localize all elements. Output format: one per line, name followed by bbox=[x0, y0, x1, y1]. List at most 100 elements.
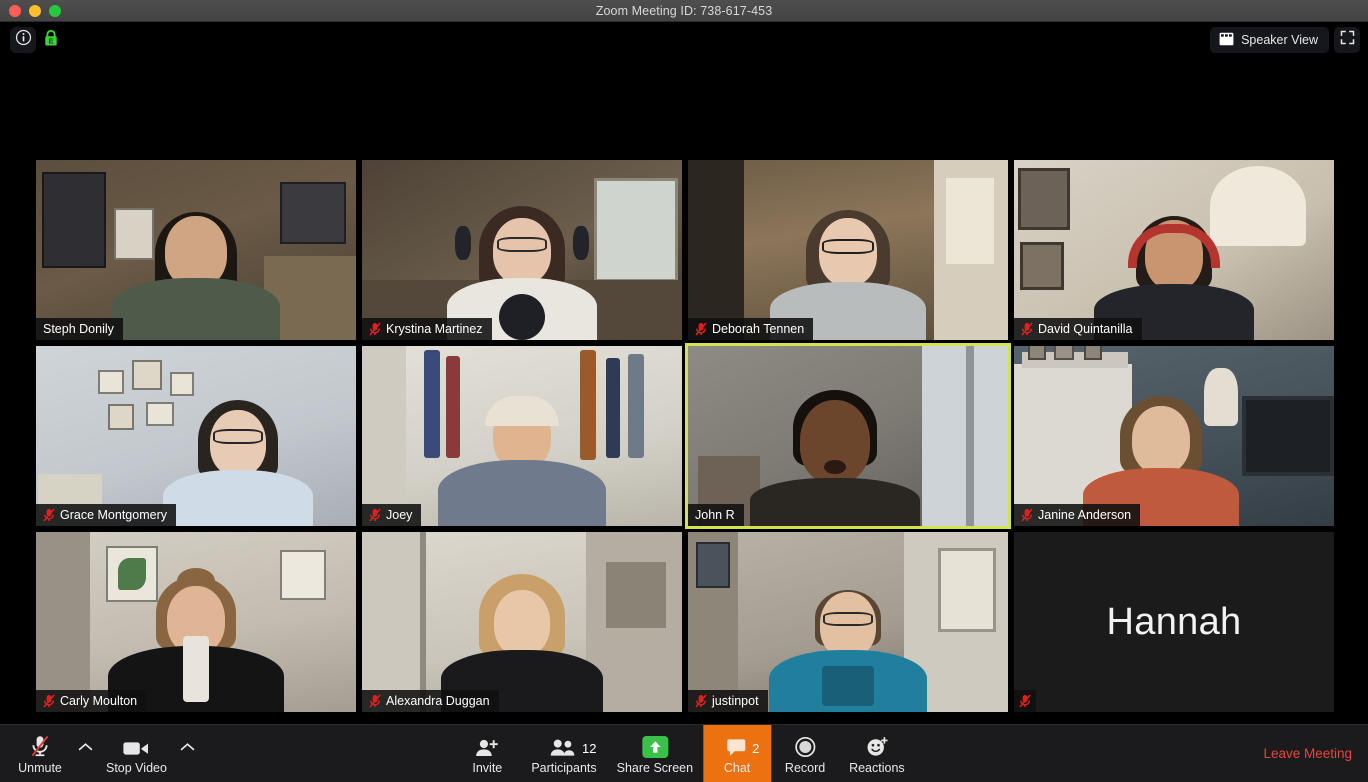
maximize-window-button[interactable] bbox=[49, 4, 61, 17]
speaker-view-label: Speaker View bbox=[1241, 33, 1318, 47]
participant-tile[interactable]: Steph Donily bbox=[36, 160, 356, 340]
video-feed bbox=[688, 160, 1008, 340]
participant-tile[interactable]: Janine Anderson bbox=[1014, 346, 1334, 526]
participants-button[interactable]: 12 Participants bbox=[521, 725, 606, 782]
microphone-muted-icon bbox=[695, 694, 707, 708]
video-feed bbox=[688, 532, 1008, 712]
fullscreen-icon bbox=[1340, 30, 1355, 50]
camera-icon bbox=[122, 734, 150, 758]
participant-name: Carly Moulton bbox=[60, 694, 138, 708]
participant-name-badge: Joey bbox=[362, 504, 422, 526]
participant-tile-video-off[interactable]: Hannah bbox=[1014, 532, 1334, 712]
svg-text:E: E bbox=[48, 36, 53, 45]
meeting-info-button[interactable] bbox=[10, 27, 36, 53]
minimize-window-button[interactable] bbox=[29, 4, 41, 17]
participant-name-badge: Deborah Tennen bbox=[688, 318, 814, 340]
microphone-muted-icon bbox=[695, 322, 707, 336]
participant-tile[interactable]: David Quintanilla bbox=[1014, 160, 1334, 340]
window-title: Zoom Meeting ID: 738-617-453 bbox=[595, 3, 773, 18]
participant-name-badge: justinpot bbox=[688, 690, 768, 712]
share-screen-button[interactable]: Share Screen bbox=[607, 725, 703, 782]
participant-tile[interactable]: justinpot bbox=[688, 532, 1008, 712]
participant-name: David Quintanilla bbox=[1038, 322, 1133, 336]
speaker-view-button[interactable]: Speaker View bbox=[1210, 27, 1329, 53]
invite-label: Invite bbox=[472, 760, 503, 775]
share-screen-label: Share Screen bbox=[616, 760, 694, 775]
microphone-muted-icon bbox=[369, 694, 381, 708]
info-circle-icon bbox=[15, 29, 32, 51]
participant-name: Grace Montgomery bbox=[60, 508, 167, 522]
participant-name: Joey bbox=[386, 508, 413, 522]
video-feed bbox=[362, 346, 682, 526]
participant-name: John R bbox=[695, 508, 735, 522]
person-plus-icon bbox=[474, 734, 500, 758]
participant-tile[interactable]: Alexandra Duggan bbox=[362, 532, 682, 712]
chat-unread-count: 2 bbox=[752, 740, 760, 756]
video-feed bbox=[1014, 346, 1334, 526]
video-feed bbox=[36, 532, 356, 712]
participant-tile[interactable]: Krystina Martinez bbox=[362, 160, 682, 340]
video-stage: Steph Donily Krystina Martinez Deborah T… bbox=[0, 58, 1368, 724]
microphone-muted-icon bbox=[1019, 694, 1031, 708]
participant-name: justinpot bbox=[712, 694, 759, 708]
participant-name-badge: Grace Montgomery bbox=[36, 504, 176, 526]
video-off-placeholder: Hannah bbox=[1014, 532, 1334, 712]
traffic-light-buttons bbox=[0, 4, 61, 17]
participant-tile[interactable]: Deborah Tennen bbox=[688, 160, 1008, 340]
participant-name-badge: Steph Donily bbox=[36, 318, 123, 340]
audio-options-caret[interactable] bbox=[74, 725, 96, 782]
video-feed bbox=[362, 160, 682, 340]
video-feed bbox=[36, 346, 356, 526]
participant-name: Steph Donily bbox=[43, 322, 114, 336]
video-options-caret[interactable] bbox=[177, 725, 199, 782]
chat-label: Chat bbox=[723, 760, 751, 775]
chat-button[interactable]: 2 Chat bbox=[703, 725, 772, 782]
chat-bubble-icon: 2 bbox=[725, 734, 759, 758]
video-feed bbox=[36, 160, 356, 340]
stop-video-button[interactable]: Stop Video bbox=[96, 725, 177, 782]
green-lock-icon: E bbox=[43, 29, 59, 52]
participant-name-badge: Alexandra Duggan bbox=[362, 690, 499, 712]
unmute-button[interactable]: Unmute bbox=[6, 725, 74, 782]
close-window-button[interactable] bbox=[9, 4, 21, 17]
participant-name: Janine Anderson bbox=[1038, 508, 1132, 522]
gallery-grid: Steph Donily Krystina Martinez Deborah T… bbox=[36, 160, 1334, 712]
grid-view-icon bbox=[1219, 32, 1234, 49]
microphone-muted-icon bbox=[43, 508, 55, 522]
participant-name-badge: Krystina Martinez bbox=[362, 318, 492, 340]
chevron-up-icon bbox=[78, 739, 93, 757]
smiley-plus-icon bbox=[865, 734, 889, 758]
microphone-muted-icon bbox=[1021, 508, 1033, 522]
participant-name-badge: David Quintanilla bbox=[1014, 318, 1142, 340]
meeting-top-bar: E Speaker View bbox=[0, 22, 1368, 58]
share-arrow-up-icon bbox=[641, 734, 668, 758]
video-feed bbox=[688, 346, 1008, 526]
reactions-label: Reactions bbox=[849, 760, 905, 775]
encryption-status-button[interactable]: E bbox=[42, 29, 59, 52]
record-button[interactable]: Record bbox=[771, 725, 839, 782]
record-label: Record bbox=[784, 760, 826, 775]
participant-tile[interactable]: Carly Moulton bbox=[36, 532, 356, 712]
participant-name: Alexandra Duggan bbox=[386, 694, 490, 708]
zoom-meeting-window: Zoom Meeting ID: 738-617-453 E Speaker V… bbox=[0, 0, 1368, 782]
participant-display-name: Hannah bbox=[1106, 600, 1242, 643]
participant-name-badge: Janine Anderson bbox=[1014, 504, 1141, 526]
fullscreen-button[interactable] bbox=[1334, 27, 1360, 53]
microphone-muted-icon bbox=[28, 734, 52, 758]
video-feed bbox=[1014, 160, 1334, 340]
participants-count: 12 bbox=[581, 740, 597, 756]
participant-name-badge bbox=[1014, 690, 1036, 712]
participant-tile-active-speaker[interactable]: John R bbox=[685, 343, 1011, 529]
people-icon: 12 bbox=[549, 734, 596, 758]
reactions-button[interactable]: Reactions bbox=[839, 725, 915, 782]
leave-meeting-button[interactable]: Leave Meeting bbox=[1263, 746, 1352, 761]
unmute-label: Unmute bbox=[18, 760, 62, 775]
invite-button[interactable]: Invite bbox=[453, 725, 521, 782]
window-title-bar: Zoom Meeting ID: 738-617-453 bbox=[0, 0, 1368, 22]
stop-video-label: Stop Video bbox=[106, 760, 167, 775]
chevron-up-icon bbox=[180, 739, 195, 757]
participant-tile[interactable]: Joey bbox=[362, 346, 682, 526]
participants-label: Participants bbox=[531, 760, 597, 775]
participant-tile[interactable]: Grace Montgomery bbox=[36, 346, 356, 526]
record-circle-icon bbox=[794, 734, 816, 758]
